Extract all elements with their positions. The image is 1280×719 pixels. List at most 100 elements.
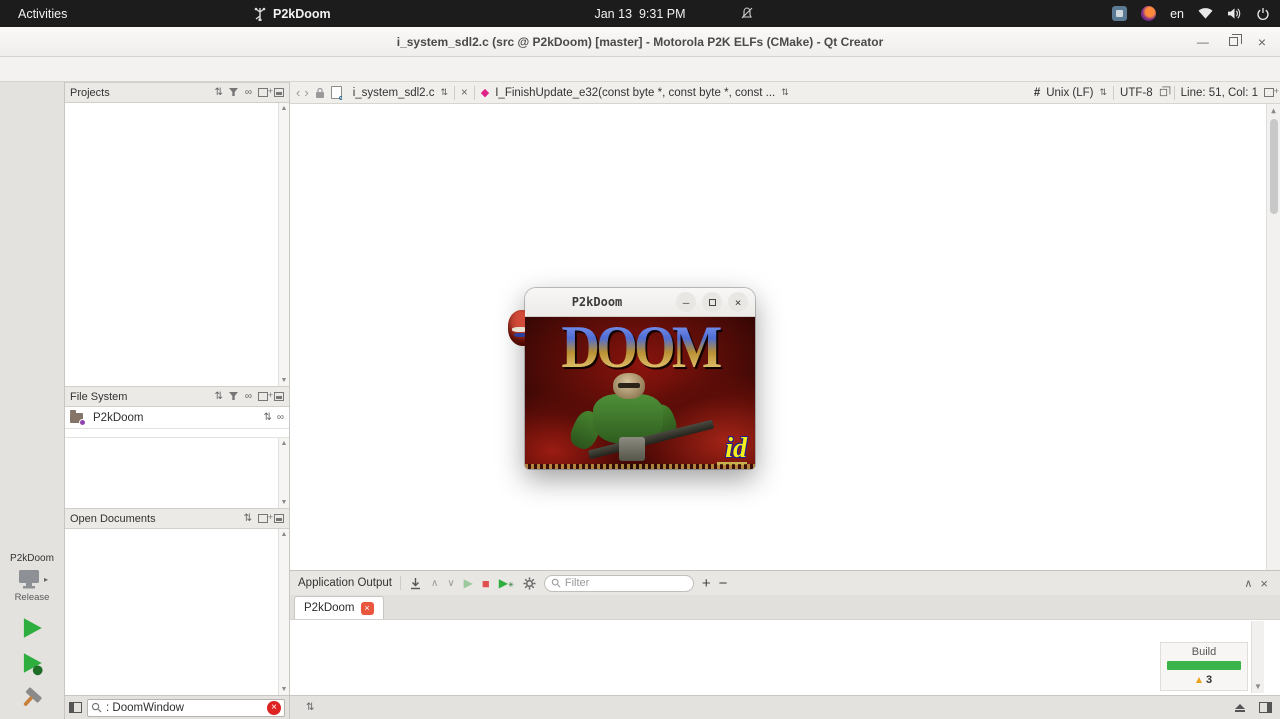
kit-selector[interactable]: ▸ Release bbox=[15, 568, 50, 607]
filesystem-panel-header: File System ⇅ ∞ bbox=[65, 386, 289, 407]
menu-bar bbox=[0, 57, 1280, 82]
encoding-combo[interactable]: UTF-8 bbox=[1120, 87, 1153, 99]
warning-icon bbox=[1196, 677, 1202, 683]
maximize-pane-icon[interactable]: ∧ bbox=[1244, 577, 1252, 590]
panel-combo-icon[interactable]: ⇅ bbox=[244, 514, 252, 524]
projects-scrollbar[interactable]: ▲▼ bbox=[278, 103, 289, 386]
filter-icon[interactable] bbox=[229, 88, 239, 97]
doom-minimize-button[interactable]: – bbox=[676, 292, 696, 312]
line-ending-arrows[interactable]: ⇅ bbox=[1100, 87, 1108, 98]
close-document-icon[interactable]: × bbox=[461, 87, 468, 99]
filter-icon[interactable] bbox=[229, 392, 239, 401]
collapse-panel-icon[interactable] bbox=[274, 392, 284, 401]
symbol-combo-arrows[interactable]: ⇅ bbox=[781, 87, 789, 98]
tray-app-icon-1[interactable] bbox=[1112, 6, 1127, 21]
activities-button[interactable]: Activities bbox=[0, 7, 85, 21]
output-tab-p2kdoom[interactable]: P2kDoom × bbox=[294, 596, 384, 619]
filesystem-panel-title: File System bbox=[70, 391, 208, 403]
run-debug-button[interactable] bbox=[19, 650, 45, 676]
doom-window-title: P2kDoom bbox=[525, 295, 669, 309]
close-button[interactable]: × bbox=[1258, 34, 1266, 50]
zoom-out-icon[interactable]: − bbox=[719, 575, 728, 592]
output-tab-bar: P2kDoom × bbox=[290, 595, 1280, 620]
panel-combo-icon[interactable]: ⇅ bbox=[214, 88, 222, 98]
link-icon[interactable]: ∞ bbox=[277, 413, 284, 423]
left-sidebar: Projects ⇅ ∞ ▲▼ File System ⇅ ∞ P2kDoom … bbox=[65, 82, 290, 719]
hash-button[interactable]: # bbox=[1034, 87, 1040, 99]
close-pane-icon[interactable]: × bbox=[1260, 576, 1268, 591]
opendocs-scrollbar[interactable]: ▲▼ bbox=[278, 529, 289, 695]
minimize-button[interactable]: — bbox=[1197, 35, 1209, 49]
search-icon bbox=[91, 702, 102, 713]
run-button[interactable] bbox=[19, 615, 45, 641]
editor-scrollbar[interactable]: ▲ bbox=[1266, 104, 1280, 570]
locator-value: : DoomWindow bbox=[106, 702, 263, 714]
panel-combo-icon[interactable]: ⇅ bbox=[214, 392, 222, 402]
focused-app-menu[interactable]: P2kDoom bbox=[253, 7, 331, 21]
qtcreator-title-bar[interactable]: i_system_sdl2.c (src @ P2kDoom) [master]… bbox=[0, 27, 1280, 57]
rerun-icon[interactable]: ▶✳ bbox=[499, 576, 514, 590]
scroll-to-bottom-icon[interactable] bbox=[409, 577, 422, 590]
output-filter-input[interactable]: Filter bbox=[544, 575, 694, 592]
output-scrollbar[interactable]: ▼ bbox=[1251, 621, 1264, 693]
release-target-icon bbox=[16, 568, 42, 590]
build-progress-bar bbox=[1167, 661, 1241, 670]
symbol-combo[interactable]: I_FinishUpdate_e32(const byte *, const b… bbox=[495, 87, 775, 99]
link-icon[interactable]: ∞ bbox=[245, 88, 252, 98]
tray-app-icon-2[interactable] bbox=[1141, 6, 1156, 21]
panel-combo-icon[interactable]: ⇅ bbox=[263, 413, 271, 423]
build-progress-card[interactable]: Build 3 bbox=[1160, 642, 1248, 691]
filesystem-scrollbar[interactable]: ▲▼ bbox=[278, 438, 289, 508]
forward-icon[interactable]: › bbox=[304, 85, 308, 100]
next-item-icon[interactable]: ∨ bbox=[447, 578, 454, 589]
doom-maximize-button[interactable] bbox=[702, 292, 722, 312]
output-panes-menu-icon[interactable] bbox=[1235, 704, 1245, 712]
sidebar-toggle-icon[interactable] bbox=[69, 702, 82, 713]
filesystem-root-combo[interactable]: P2kDoom ⇅ ∞ bbox=[65, 407, 289, 429]
doom-game-window[interactable]: P2kDoom – × DOOM id bbox=[525, 288, 755, 469]
settings-gear-icon[interactable] bbox=[523, 577, 536, 590]
split-panel-icon[interactable] bbox=[258, 88, 268, 97]
split-panel-icon[interactable] bbox=[258, 392, 268, 401]
doom-window-titlebar[interactable]: P2kDoom – × bbox=[525, 288, 755, 317]
kit-flyout-arrow: ▸ bbox=[44, 575, 48, 584]
stop-icon[interactable]: ■ bbox=[482, 576, 490, 591]
locator-input[interactable]: : DoomWindow × bbox=[87, 699, 285, 717]
kit-name-label: P2kDoom bbox=[10, 549, 54, 568]
build-warning-count: 3 bbox=[1206, 674, 1212, 686]
zoom-in-icon[interactable]: + bbox=[702, 575, 711, 592]
open-file-combo[interactable]: i_system_sdl2.c bbox=[353, 87, 435, 99]
file-combo-arrows[interactable]: ⇅ bbox=[441, 87, 449, 98]
doom-logo: DOOM bbox=[534, 317, 746, 381]
folder-icon bbox=[70, 413, 83, 423]
pane-combo-icon[interactable]: ⇅ bbox=[306, 703, 314, 713]
doom-footer-text bbox=[525, 464, 755, 469]
clear-search-icon[interactable]: × bbox=[267, 701, 281, 715]
collapse-panel-icon[interactable] bbox=[274, 88, 284, 97]
build-progress-label: Build bbox=[1167, 646, 1241, 658]
code-editor[interactable]: ▲ P2kDoom – × DOOM bbox=[290, 104, 1280, 570]
wifi-icon[interactable] bbox=[1198, 7, 1213, 20]
prev-item-icon[interactable]: ∧ bbox=[431, 578, 438, 589]
run-icon[interactable]: ▶ bbox=[464, 576, 473, 590]
close-tab-icon[interactable]: × bbox=[361, 602, 374, 615]
cursor-position-label[interactable]: Line: 51, Col: 1 bbox=[1181, 87, 1258, 99]
keyboard-layout-indicator[interactable]: en bbox=[1170, 7, 1184, 21]
split-editor-icon[interactable] bbox=[1264, 88, 1274, 97]
restore-button[interactable] bbox=[1229, 37, 1238, 46]
opendocs-panel-header: Open Documents ⇅ bbox=[65, 508, 289, 529]
doom-close-button[interactable]: × bbox=[728, 292, 748, 312]
volume-icon[interactable] bbox=[1227, 7, 1242, 20]
link-icon[interactable]: ∞ bbox=[245, 392, 252, 402]
output-text[interactable] bbox=[290, 620, 1280, 695]
split-panel-icon[interactable] bbox=[258, 514, 268, 523]
power-icon[interactable] bbox=[1256, 7, 1270, 21]
clock[interactable]: Jan 13 9:31 PM bbox=[594, 7, 685, 21]
document-properties-icon[interactable] bbox=[1160, 89, 1167, 96]
line-ending-combo[interactable]: Unix (LF) bbox=[1046, 87, 1093, 99]
collapse-panel-icon[interactable] bbox=[274, 514, 284, 523]
window-title: i_system_sdl2.c (src @ P2kDoom) [master]… bbox=[397, 35, 884, 49]
right-sidebar-toggle-icon[interactable] bbox=[1259, 702, 1272, 713]
back-icon[interactable]: ‹ bbox=[296, 85, 300, 100]
build-button[interactable] bbox=[20, 685, 44, 709]
